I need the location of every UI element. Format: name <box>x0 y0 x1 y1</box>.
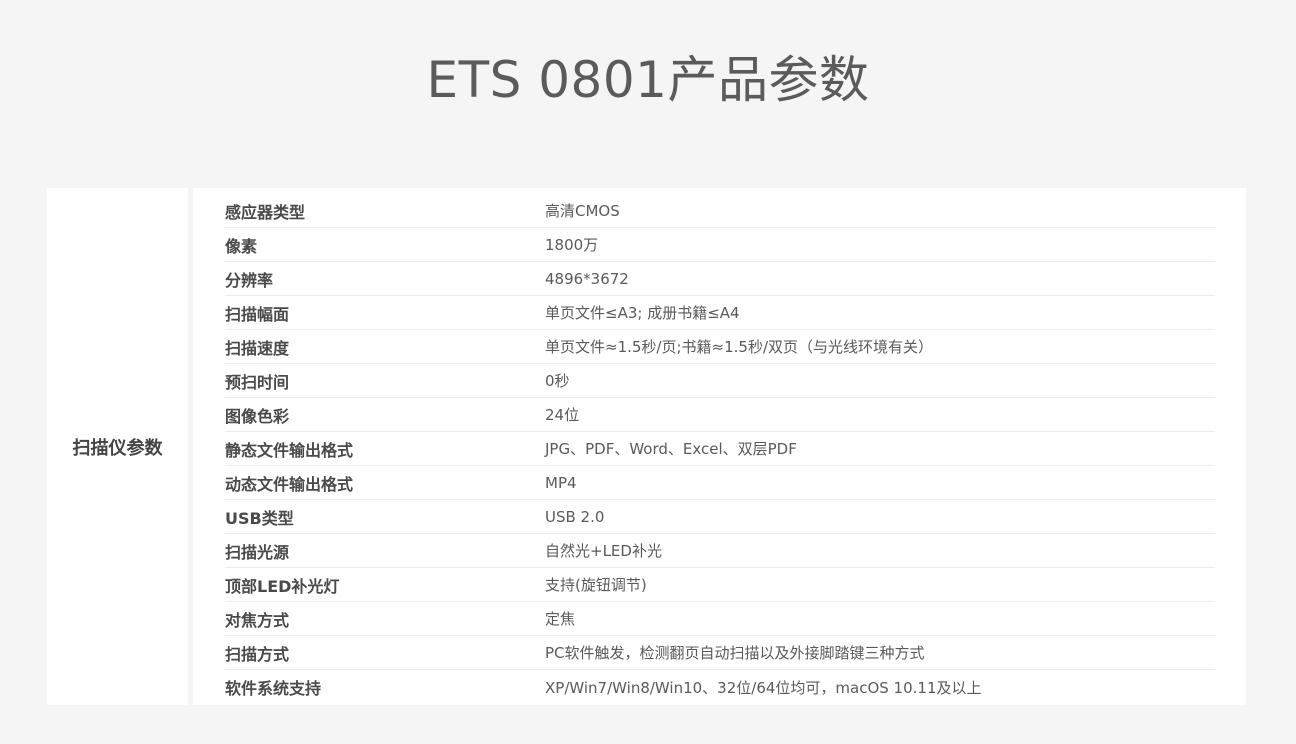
spec-value: 高清CMOS <box>545 202 620 220</box>
spec-label: USB类型 <box>225 508 294 528</box>
spec-value: 1800万 <box>545 236 599 254</box>
spec-rows: 感应器类型 高清CMOS 像素 1800万 分辨率 4896*3672 扫描幅面… <box>193 188 1246 705</box>
spec-value: JPG、PDF、Word、Excel、双层PDF <box>545 440 797 458</box>
spec-label: 扫描幅面 <box>225 304 290 324</box>
spec-label: 扫描光源 <box>225 542 290 562</box>
spec-value: USB 2.0 <box>545 507 605 526</box>
spec-value: MP4 <box>545 473 577 492</box>
spec-row-os-support: 软件系统支持 XP/Win7/Win8/Win10、32位/64位均可，macO… <box>225 670 1215 704</box>
spec-row-pixels: 像素 1800万 <box>225 228 1215 262</box>
spec-label: 感应器类型 <box>225 202 306 222</box>
spec-value: 单页文件≤A3; 成册书籍≤A4 <box>545 304 740 322</box>
spec-row-dynamic-output: 动态文件输出格式 MP4 <box>225 466 1215 500</box>
spec-row-static-output: 静态文件输出格式 JPG、PDF、Word、Excel、双层PDF <box>225 432 1215 466</box>
spec-value: 定焦 <box>545 610 576 628</box>
page-title: ETS 0801产品参数 <box>426 50 870 109</box>
spec-label: 像素 <box>225 236 258 256</box>
spec-row-resolution: 分辨率 4896*3672 <box>225 262 1215 296</box>
spec-row-sensor-type: 感应器类型 高清CMOS <box>225 194 1215 228</box>
spec-value: 支持(旋钮调节) <box>545 576 647 594</box>
spec-category: 扫描仪参数 <box>47 188 188 705</box>
spec-row-top-led: 顶部LED补光灯 支持(旋钮调节) <box>225 568 1215 602</box>
spec-label: 软件系统支持 <box>225 679 322 698</box>
spec-label: 扫描方式 <box>225 644 290 664</box>
spec-value: 自然光+LED补光 <box>545 542 662 560</box>
spec-label: 分辨率 <box>225 270 274 290</box>
spec-value: PC软件触发，检测翻页自动扫描以及外接脚踏键三种方式 <box>545 644 925 662</box>
spec-table: 扫描仪参数 感应器类型 高清CMOS 像素 1800万 分辨率 4896*367… <box>47 188 1246 705</box>
spec-row-light-source: 扫描光源 自然光+LED补光 <box>225 534 1215 568</box>
spec-row-prescan-time: 预扫时间 0秒 <box>225 364 1215 398</box>
spec-row-scan-speed: 扫描速度 单页文件≈1.5秒/页;书籍≈1.5秒/双页（与光线环境有关） <box>225 330 1215 364</box>
spec-label: 动态文件输出格式 <box>225 474 354 494</box>
spec-value: 24位 <box>545 406 580 424</box>
spec-label: 对焦方式 <box>225 610 290 630</box>
spec-row-scan-mode: 扫描方式 PC软件触发，检测翻页自动扫描以及外接脚踏键三种方式 <box>225 636 1215 670</box>
spec-label: 静态文件输出格式 <box>225 440 354 460</box>
spec-label: 预扫时间 <box>225 372 290 392</box>
spec-row-focus-mode: 对焦方式 定焦 <box>225 602 1215 636</box>
spec-row-scan-size: 扫描幅面 单页文件≤A3; 成册书籍≤A4 <box>225 296 1215 330</box>
spec-label: 扫描速度 <box>225 338 290 358</box>
spec-row-usb-type: USB类型 USB 2.0 <box>225 500 1215 534</box>
spec-label: 顶部LED补光灯 <box>225 576 340 596</box>
spec-value: XP/Win7/Win8/Win10、32位/64位均可，macOS 10.11… <box>545 678 982 697</box>
spec-value: 0秒 <box>545 372 570 390</box>
spec-value: 4896*3672 <box>545 269 629 288</box>
spec-label: 图像色彩 <box>225 406 290 426</box>
spec-value: 单页文件≈1.5秒/页;书籍≈1.5秒/双页（与光线环境有关） <box>545 338 934 356</box>
spec-row-color-depth: 图像色彩 24位 <box>225 398 1215 432</box>
